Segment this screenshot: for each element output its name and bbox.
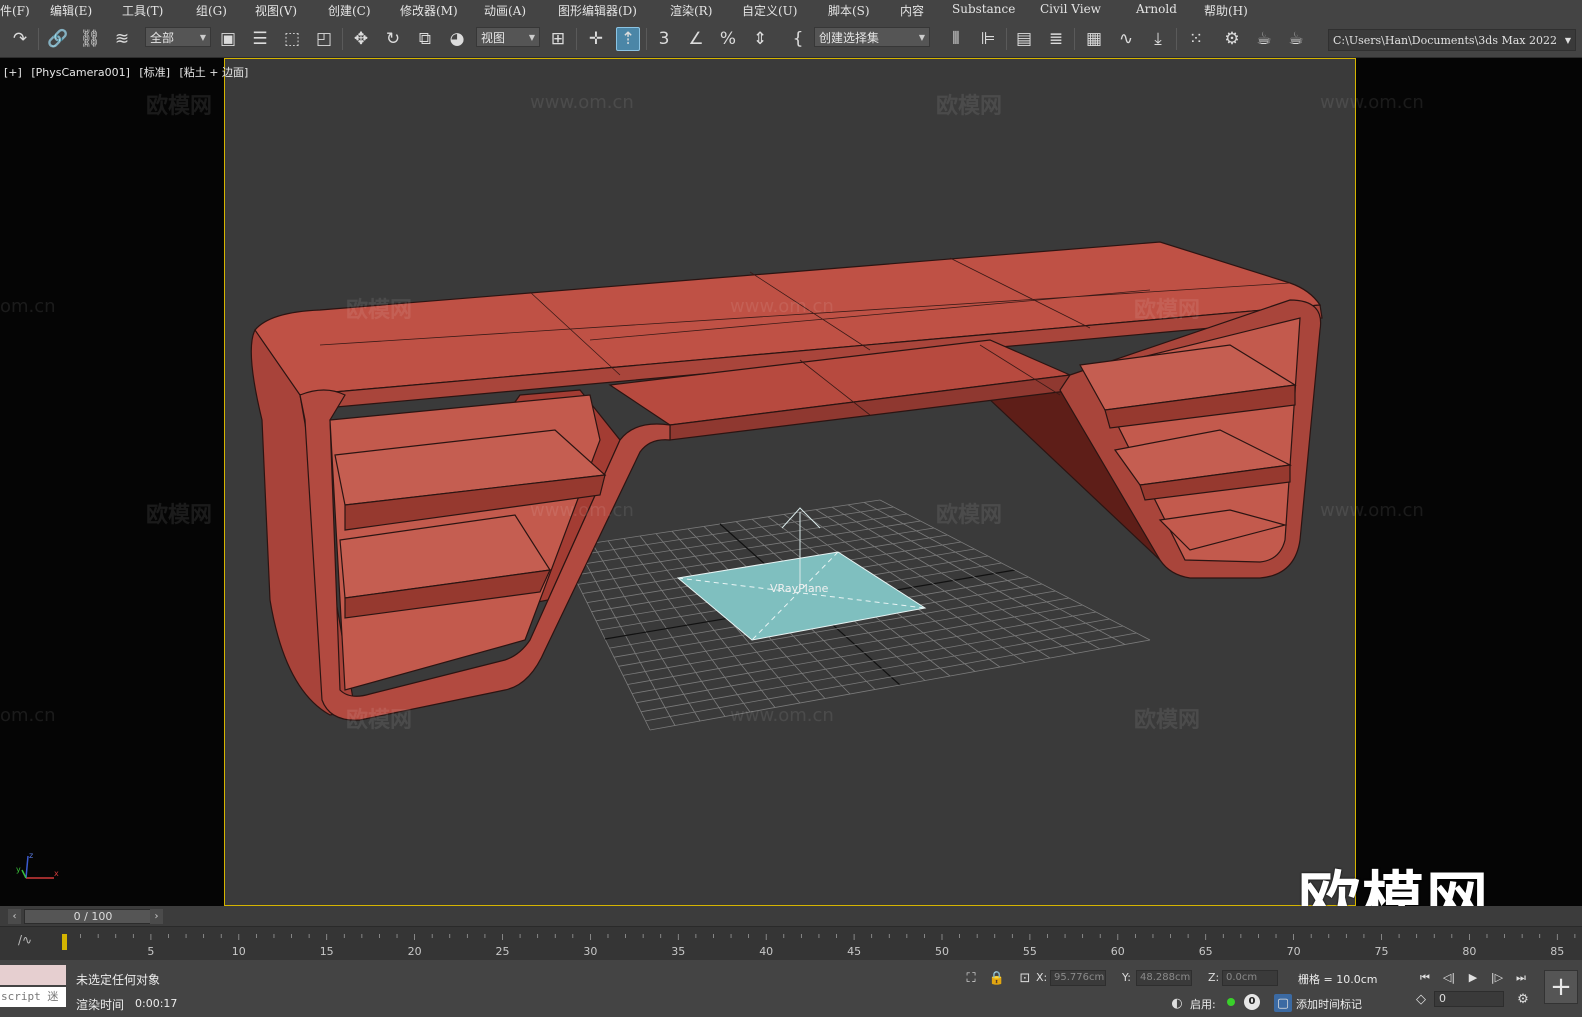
- grid-line: [847, 504, 1101, 650]
- selection-status: 未选定任何对象: [76, 973, 161, 987]
- frame-tick-label: 85: [1550, 945, 1565, 958]
- grid-line: [645, 632, 1137, 722]
- adaptive-degradation-icon[interactable]: ◐: [1168, 994, 1186, 1012]
- frame-tick-label: 75: [1374, 945, 1389, 958]
- 3ds-max-window: 件(F) 编辑(E) 工具(T) 组(G) 视图(V) 创建(C) 修改器(M) 动画(A) 图…: [0, 0, 1582, 1017]
- frame-tick-label: 80: [1462, 945, 1477, 958]
- axis-tripod-icon: x z y: [16, 851, 59, 879]
- frame-tick-label: 30: [583, 945, 598, 958]
- current-frame-marker: [62, 934, 67, 950]
- y-coord-label: Y:: [1122, 971, 1131, 984]
- frame-tick-label: 50: [935, 945, 949, 958]
- frame-tick-label: 15: [319, 945, 334, 958]
- frame-tick-label: 25: [495, 945, 510, 958]
- isolate-selection-icon[interactable]: ⛶: [962, 969, 980, 987]
- maxscript-listener-output[interactable]: [0, 965, 66, 985]
- maxscript-listener-input[interactable]: script 迷: [0, 987, 66, 1007]
- prev-frame-arrow-icon[interactable]: ‹: [8, 909, 21, 924]
- frame-tick-label: 45: [847, 945, 862, 958]
- z-coord-label: Z:: [1208, 971, 1220, 984]
- add-time-tag[interactable]: 添加时间标记: [1296, 996, 1362, 1012]
- viewport-label: [+] [PhysCamera001] [标准] [粘土 + 边面]: [4, 64, 254, 80]
- grid-line: [649, 639, 1151, 731]
- frame-tick-label: 60: [1110, 945, 1125, 958]
- status-green-dot-icon: [1227, 998, 1235, 1006]
- time-slider-bar: [0, 906, 1582, 926]
- z-coord-field[interactable]: 0.0cm: [1222, 970, 1278, 986]
- viewport-display-mode[interactable]: [粘土 + 边面]: [180, 66, 249, 79]
- grid-line: [879, 499, 1151, 641]
- grid-line: [640, 625, 1124, 713]
- grid-size: 栅格 = 10.0cm: [1298, 973, 1378, 986]
- frame-tick-label: 10: [231, 945, 246, 958]
- absolute-mode-icon[interactable]: ⊡: [1016, 969, 1034, 987]
- frame-tick-label: 5: [147, 945, 155, 958]
- x-coord-label: X:: [1036, 971, 1048, 984]
- svg-text:x: x: [54, 869, 59, 878]
- svg-text:z: z: [29, 851, 33, 860]
- go-to-end-icon[interactable]: ⏭: [1512, 970, 1530, 986]
- previous-frame-icon[interactable]: ◁|: [1440, 970, 1458, 986]
- frame-tick-label: 35: [671, 945, 686, 958]
- frame-tick-label: 70: [1286, 945, 1301, 958]
- go-to-start-icon[interactable]: ⏮: [1416, 970, 1434, 986]
- frame-tick-label: 65: [1198, 945, 1213, 958]
- play-icon[interactable]: ▶: [1464, 970, 1482, 986]
- curve-editor-mini-icon[interactable]: /∿: [18, 933, 32, 947]
- current-frame-field[interactable]: 0: [1434, 991, 1504, 1007]
- render-time-value: 0:00:17: [135, 997, 178, 1010]
- create-key-plus-icon[interactable]: +: [1544, 970, 1578, 1004]
- time-config-icon[interactable]: ⚙: [1514, 990, 1532, 1008]
- next-frame-arrow-icon[interactable]: ›: [150, 909, 163, 924]
- x-coord-field[interactable]: 95.776cm: [1050, 970, 1106, 986]
- viewport-shading-mode[interactable]: [标准]: [139, 66, 170, 79]
- viewport-camera-name[interactable]: [PhysCamera001]: [31, 66, 130, 79]
- time-slider[interactable]: 0 / 100: [24, 909, 162, 924]
- key-mode-toggle-icon[interactable]: ◇: [1412, 990, 1430, 1008]
- tv-cabinet-model: [250, 241, 1323, 721]
- frame-tick-label: 20: [407, 945, 422, 958]
- y-coord-field[interactable]: 48.288cm: [1136, 970, 1192, 986]
- enable-count-badge[interactable]: 0: [1244, 994, 1260, 1010]
- svg-text:y: y: [16, 865, 21, 874]
- time-tag-icon[interactable]: ▢: [1274, 994, 1292, 1012]
- render-time-label: 渲染时间: [76, 998, 125, 1012]
- next-frame-icon[interactable]: |▷: [1488, 970, 1506, 986]
- frame-tick-label: 55: [1022, 945, 1037, 958]
- frame-ruler: [62, 934, 1576, 950]
- vray-plane-label: VRayPlane: [770, 582, 829, 595]
- frame-tick-label: 40: [759, 945, 774, 958]
- enable-label: 启用:: [1190, 998, 1216, 1011]
- viewport-menu-plus[interactable]: [+]: [4, 66, 22, 79]
- lock-icon[interactable]: 🔒: [988, 969, 1006, 987]
